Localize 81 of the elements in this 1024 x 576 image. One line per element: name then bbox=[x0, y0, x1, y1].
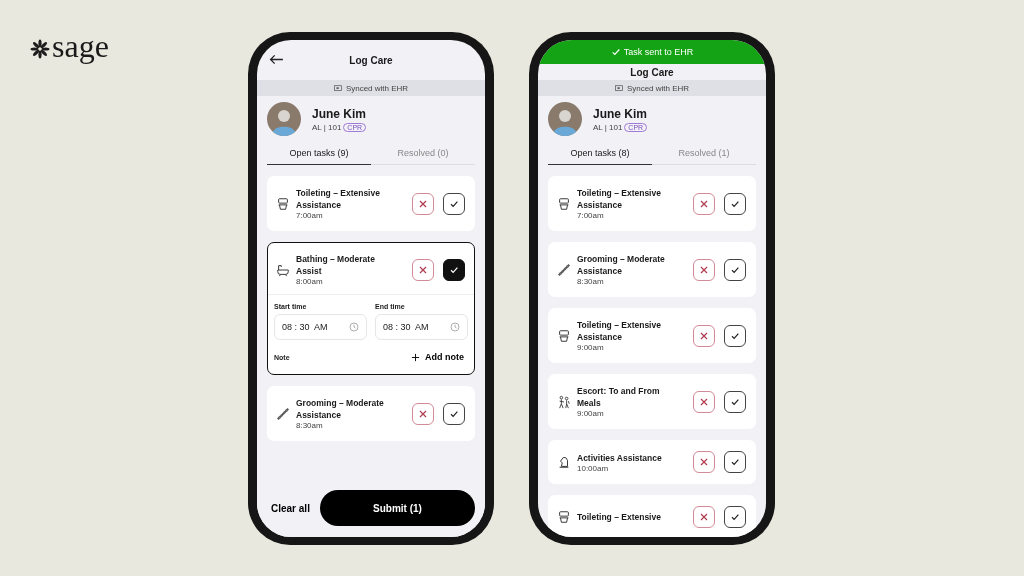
complete-button[interactable] bbox=[724, 390, 746, 413]
reject-button[interactable] bbox=[412, 258, 434, 281]
resident-name: June Kim bbox=[593, 106, 648, 121]
comb-icon bbox=[276, 406, 290, 421]
people-icon bbox=[557, 394, 571, 409]
monitor-icon bbox=[614, 84, 623, 92]
close-icon bbox=[698, 511, 710, 523]
toilet-icon bbox=[557, 328, 571, 343]
task-title: Toileting – Extensive Assistance bbox=[577, 187, 662, 211]
complete-button[interactable] bbox=[724, 324, 746, 347]
reject-button[interactable] bbox=[412, 402, 434, 425]
task-time: 7:00am bbox=[577, 211, 605, 220]
toilet-icon bbox=[557, 196, 571, 211]
resident-unit: AL | 101 bbox=[312, 122, 342, 132]
complete-button[interactable] bbox=[724, 451, 746, 473]
task-card[interactable]: Toileting – Extensive Assistance 9:00am bbox=[548, 308, 756, 363]
task-title: Bathing – Moderate Assist bbox=[296, 253, 376, 277]
clear-all-button[interactable]: Clear all bbox=[271, 502, 310, 514]
time-field[interactable]: 08 : 30 AM bbox=[375, 314, 468, 340]
bathtub-icon bbox=[276, 262, 290, 277]
task-card[interactable]: Grooming – Moderate Assistance 8:30am bbox=[548, 242, 756, 297]
task-card[interactable]: Grooming – Moderate Assistance 8:30am bbox=[267, 386, 475, 441]
plus-icon bbox=[411, 352, 420, 362]
task-time: 8:30am bbox=[296, 421, 324, 430]
task-tab[interactable]: Open tasks (9) bbox=[267, 142, 371, 165]
task-card[interactable]: Escort: To and From Meals 9:00am bbox=[548, 374, 756, 429]
logo-text: sage bbox=[52, 32, 109, 66]
task-card[interactable]: Toileting – Extensive Assistance 7:00am bbox=[267, 176, 475, 231]
reject-button[interactable] bbox=[412, 192, 434, 215]
task-title: Escort: To and From Meals bbox=[577, 385, 661, 409]
flower-logo-icon bbox=[30, 39, 50, 59]
comb-icon bbox=[557, 262, 571, 277]
task-title: Toileting – Extensive Assistance bbox=[577, 319, 662, 343]
complete-button[interactable] bbox=[724, 258, 746, 281]
toilet-icon bbox=[557, 510, 571, 524]
complete-button[interactable] bbox=[724, 192, 746, 215]
task-time: 9:00am bbox=[577, 409, 605, 418]
complete-button[interactable] bbox=[443, 192, 465, 215]
time-field[interactable]: 08 : 30 AM bbox=[274, 314, 367, 340]
task-title: Toileting – Extensive bbox=[577, 511, 662, 523]
task-time: 9:00am bbox=[577, 343, 605, 352]
reject-button[interactable] bbox=[693, 258, 715, 281]
monitor-icon bbox=[333, 84, 342, 92]
reject-button[interactable] bbox=[693, 192, 715, 215]
screen-title: Log Care bbox=[349, 54, 393, 66]
submit-button[interactable]: Submit (1) bbox=[319, 490, 475, 526]
task-title: Toileting – Extensive Assistance bbox=[296, 187, 381, 211]
task-card[interactable]: Toileting – Extensive Assistance 7:00am bbox=[548, 176, 756, 231]
complete-button[interactable] bbox=[443, 402, 465, 425]
sync-status: Synced with EHR bbox=[345, 83, 409, 93]
task-title: Grooming – Moderate Assistance bbox=[577, 253, 665, 277]
resident-unit: AL | 101 bbox=[593, 122, 623, 132]
clock-icon bbox=[349, 322, 359, 332]
task-tab[interactable]: Open tasks (8) bbox=[548, 142, 652, 165]
reject-button[interactable] bbox=[693, 324, 715, 347]
task-card[interactable]: Activities Assistance 10:00am bbox=[548, 440, 756, 484]
toilet-icon bbox=[276, 196, 290, 211]
task-time: 7:00am bbox=[296, 211, 324, 220]
task-time: 10:00am bbox=[577, 463, 610, 473]
screen-title: Log Care bbox=[630, 66, 674, 78]
resident-name: June Kim bbox=[312, 106, 367, 121]
task-title: Grooming – Moderate Assistance bbox=[296, 397, 384, 421]
check-icon bbox=[610, 47, 621, 57]
complete-button[interactable] bbox=[724, 506, 746, 528]
task-title: Activities Assistance bbox=[577, 451, 663, 464]
close-icon bbox=[698, 456, 710, 468]
reject-button[interactable] bbox=[693, 390, 715, 413]
banner-text: Task sent to EHR bbox=[623, 47, 694, 57]
avatar-silhouette bbox=[548, 102, 582, 136]
reject-button[interactable] bbox=[693, 506, 715, 528]
avatar-silhouette bbox=[267, 102, 301, 136]
reject-button[interactable] bbox=[693, 451, 715, 473]
task-time: 8:30am bbox=[577, 277, 605, 286]
task-time: 8:00am bbox=[296, 277, 324, 286]
back-arrow-icon[interactable] bbox=[269, 54, 284, 65]
complete-button[interactable] bbox=[443, 258, 465, 281]
sync-status: Synced with EHR bbox=[626, 83, 690, 93]
add-note-button[interactable]: Add note bbox=[407, 352, 468, 362]
chess-knight-icon bbox=[557, 455, 571, 469]
clock-icon bbox=[450, 322, 460, 332]
task-card[interactable]: Toileting – Extensive bbox=[548, 495, 756, 537]
